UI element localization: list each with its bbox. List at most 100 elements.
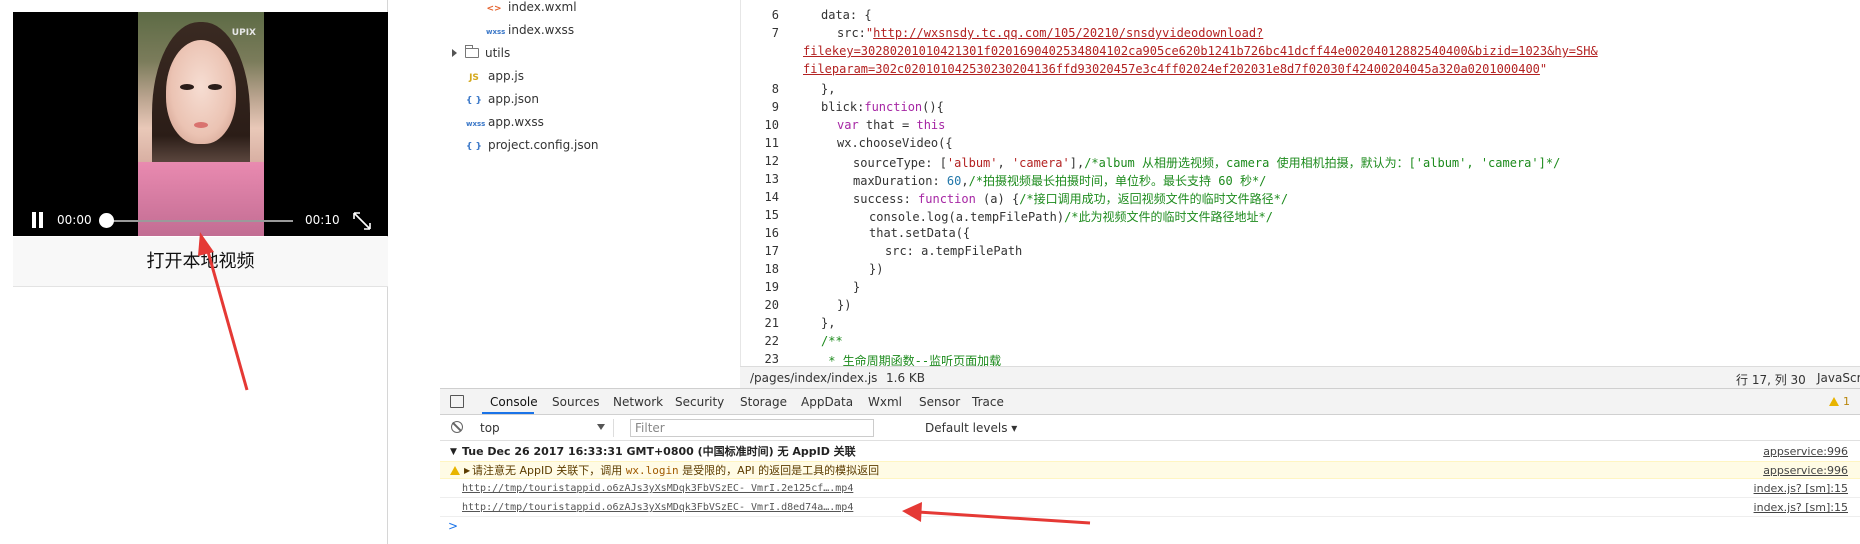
source-link[interactable]: appservice:996 bbox=[1763, 462, 1848, 480]
video-eye-left bbox=[180, 84, 194, 90]
wxml-icon: <> bbox=[486, 4, 502, 14]
expand-triangle-icon[interactable]: ▼ bbox=[450, 443, 457, 461]
console-filter-bar: top Default levels ▾ bbox=[440, 415, 1860, 441]
video-watermark: UPIX bbox=[231, 28, 256, 38]
warning-code: wx.login bbox=[625, 464, 679, 477]
code-line: success: function (a) {/*接口调用成功，返回视频文件的临… bbox=[853, 190, 1288, 207]
code-line: /** bbox=[821, 334, 843, 348]
temp-file-link[interactable]: http://tmp/touristappid.o6zAJs3yXsMDqk3F… bbox=[462, 480, 853, 498]
code-url[interactable]: http://wxsnsdy.tc.qq.com/105/20210/snsdy… bbox=[873, 26, 1263, 40]
console-log-row: http://tmp/touristappid.o6zAJs3yXsMDqk3F… bbox=[440, 499, 1860, 517]
console-prompt[interactable]: > bbox=[448, 519, 458, 533]
tree-item-utils[interactable]: utils bbox=[452, 43, 510, 63]
source-link[interactable]: appservice:996 bbox=[1763, 443, 1848, 461]
log-levels-label: Default levels bbox=[925, 421, 1008, 435]
json-icon: { } bbox=[466, 96, 482, 106]
line-number: 19 bbox=[764, 280, 779, 294]
code-token: sourceType: [ bbox=[853, 156, 947, 170]
line-number: 6 bbox=[771, 8, 779, 22]
pause-icon[interactable] bbox=[31, 212, 45, 228]
code-line: src:"http://wxsnsdy.tc.qq.com/105/20210/… bbox=[837, 26, 1263, 40]
video-face bbox=[166, 40, 236, 144]
log-levels-select[interactable]: Default levels ▾ bbox=[925, 421, 1017, 435]
context-select[interactable]: top bbox=[474, 419, 614, 437]
code-line: * 生命周期函数--监听页面加载 bbox=[821, 352, 1001, 366]
expand-triangle-icon[interactable]: ▶ bbox=[464, 462, 470, 480]
tab-sources[interactable]: Sources bbox=[552, 395, 599, 409]
code-token: ], bbox=[1069, 156, 1085, 170]
source-link[interactable]: index.js? [sm]:15 bbox=[1754, 499, 1848, 517]
video-eye-right bbox=[208, 84, 222, 90]
wxss-icon: wxss bbox=[486, 28, 506, 36]
tab-console[interactable]: Console bbox=[490, 395, 538, 409]
progress-track[interactable] bbox=[101, 220, 293, 222]
tab-sensor[interactable]: Sensor bbox=[919, 395, 960, 409]
tab-security[interactable]: Security bbox=[675, 395, 724, 409]
code-token: that = bbox=[858, 118, 917, 132]
caret-right-icon[interactable] bbox=[452, 49, 457, 57]
tree-item-app-js[interactable]: JS app.js bbox=[466, 66, 524, 86]
tab-trace[interactable]: Trace bbox=[972, 395, 1004, 409]
video-lips bbox=[194, 122, 208, 128]
code-comment: /*album 从相册选视频，camera 使用相机拍摄，默认为：['album… bbox=[1084, 156, 1561, 170]
active-tab-indicator bbox=[482, 412, 534, 414]
code-token: }) bbox=[837, 298, 852, 312]
total-time: 00:10 bbox=[305, 213, 340, 227]
folder-icon bbox=[465, 45, 479, 58]
code-url[interactable]: fileparam=302c020101042530230204136ffd93… bbox=[803, 62, 1540, 76]
code-token: (a) { bbox=[975, 192, 1020, 206]
code-line: var that = this bbox=[837, 118, 945, 132]
line-number: 22 bbox=[764, 334, 779, 348]
code-keyword: var bbox=[837, 118, 859, 132]
fullscreen-icon[interactable] bbox=[351, 210, 373, 232]
tree-item-label: project.config.json bbox=[488, 138, 599, 152]
file-size: 1.6 KB bbox=[886, 371, 925, 385]
tab-network[interactable]: Network bbox=[613, 395, 663, 409]
language-mode[interactable]: JavaScript bbox=[1817, 371, 1860, 385]
line-number: 13 bbox=[764, 172, 779, 186]
filter-input[interactable] bbox=[630, 419, 874, 437]
code-url[interactable]: filekey=30280201010421301f02016904025348… bbox=[803, 44, 1598, 58]
code-comment: /*此为视频文件的临时文件路径地址*/ bbox=[1064, 210, 1273, 224]
tab-appdata[interactable]: AppData bbox=[801, 395, 853, 409]
wxss-icon: wxss bbox=[466, 120, 486, 128]
open-local-video-button[interactable]: 打开本地视频 bbox=[13, 237, 388, 287]
tab-wxml[interactable]: Wxml bbox=[868, 395, 902, 409]
line-number: 17 bbox=[764, 244, 779, 258]
progress-thumb[interactable] bbox=[99, 213, 114, 228]
tab-storage[interactable]: Storage bbox=[740, 395, 787, 409]
file-tree: <> index.wxml wxss index.wxss utils JS app.… bbox=[440, 0, 740, 380]
line-number: 11 bbox=[764, 136, 779, 150]
source-link[interactable]: index.js? [sm]:15 bbox=[1754, 480, 1848, 498]
code-token: , bbox=[997, 156, 1012, 170]
tree-item-index-wxml[interactable]: <> index.wxml bbox=[486, 0, 577, 17]
code-line: filekey=30280201010421301f02016904025348… bbox=[803, 44, 1598, 58]
clear-console-icon[interactable] bbox=[451, 421, 463, 433]
code-line: src: a.tempFilePath bbox=[885, 244, 1022, 258]
code-token: success: bbox=[853, 192, 919, 206]
code-line: wx.chooseVideo({ bbox=[837, 136, 953, 150]
temp-file-link[interactable]: http://tmp/touristappid.o6zAJs3yXsMDqk3F… bbox=[462, 499, 853, 517]
group-text: Tue Dec 26 2017 16:33:31 GMT+0800 (中国标准时… bbox=[462, 445, 856, 458]
video-player[interactable]: UPIX 00:00 00:10 bbox=[13, 12, 388, 236]
code-token: src: a.tempFilePath bbox=[885, 244, 1023, 258]
tree-item-app-wxss[interactable]: wxss app.wxss bbox=[466, 112, 544, 132]
code-line: }, bbox=[821, 82, 835, 96]
tree-item-label: utils bbox=[485, 46, 511, 60]
code-number: 60 bbox=[946, 174, 962, 188]
tree-item-project-config[interactable]: { } project.config.json bbox=[466, 135, 599, 155]
code-editor[interactable]: 6 7 8 9 10 11 12 13 14 15 16 17 18 19 20… bbox=[740, 0, 1860, 366]
tree-item-index-wxss[interactable]: wxss index.wxss bbox=[486, 20, 574, 40]
console-group-header[interactable]: ▼ Tue Dec 26 2017 16:33:31 GMT+0800 (中国标… bbox=[440, 443, 1860, 461]
warning-count-badge[interactable]: 1 bbox=[1829, 395, 1850, 408]
tree-item-app-json[interactable]: { } app.json bbox=[466, 89, 539, 109]
code-line: }) bbox=[869, 262, 883, 276]
inspect-icon[interactable] bbox=[450, 395, 464, 408]
tree-item-label: app.wxss bbox=[488, 115, 544, 129]
code-line: fileparam=302c020101042530230204136ffd93… bbox=[803, 62, 1547, 76]
cursor-position[interactable]: 行 17, 列 30 bbox=[1736, 371, 1806, 388]
code-token: } bbox=[853, 280, 861, 294]
warning-text-part: 请注意无 AppID 关联下，调用 bbox=[472, 464, 626, 477]
tree-item-label: index.wxml bbox=[508, 0, 577, 14]
warning-icon bbox=[450, 466, 460, 475]
